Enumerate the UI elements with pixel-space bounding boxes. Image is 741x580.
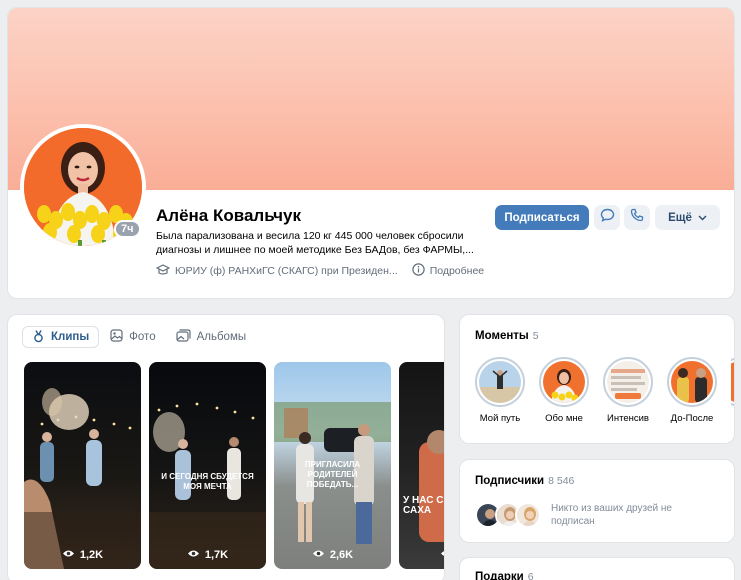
followers-title[interactable]: Подписчики 8 546 (475, 475, 574, 487)
more-button[interactable]: Ещё (655, 205, 720, 230)
moments-title-label: Моменты (475, 330, 529, 342)
clip-item[interactable]: У нас с САХА (399, 362, 444, 569)
phone-icon (630, 208, 644, 227)
clip-caption: Пригласила родителей победать... (304, 460, 361, 489)
gifts-count: 6 (527, 571, 534, 580)
followers-section: Подписчики 8 546 Никто из ваших друзей не… (459, 459, 735, 543)
clip-item[interactable]: 1,2K (24, 362, 141, 569)
clip-views: 1,2K (24, 549, 141, 561)
eye-icon (187, 549, 200, 561)
moment-label: Обо мне (545, 413, 583, 424)
moment-label: Мой путь (479, 413, 521, 424)
tab-clips[interactable]: Клипы (22, 326, 100, 348)
gifts-section: Подарки 6 (459, 557, 735, 580)
tab-label: Фото (129, 331, 156, 343)
moment-item[interactable]: До-После (667, 357, 717, 424)
followers-title-label: Подписчики (475, 475, 545, 487)
eye-icon (62, 549, 75, 561)
moment-item[interactable]: Интенсив (603, 357, 653, 424)
moments-section: Моменты 5 Мой путь Обо мне Интенсив До-По… (459, 314, 735, 444)
moment-item[interactable]: Обо мне (539, 357, 589, 424)
profile-status: Была парализована и весила 120 кг 445 00… (156, 230, 474, 256)
clip-views-count: 2,6K (329, 549, 354, 561)
tab-label: Клипы (51, 331, 90, 343)
message-button[interactable] (594, 205, 620, 230)
followers-note: Никто из ваших друзей не подписан (551, 503, 672, 527)
call-button[interactable] (624, 205, 650, 230)
more-label: Ещё (668, 211, 692, 224)
followers-count: 8 546 (548, 475, 575, 487)
avatar[interactable] (515, 502, 541, 528)
details-link[interactable]: Подробнее (411, 263, 485, 279)
media-section: Клипы Фото Альбомы 1,2K И СЕГОДНЯ СБУДЕТ… (7, 314, 445, 580)
clip-caption: И сегодня сбудется моя мечта (161, 472, 254, 491)
clips-list: 1,2K И сегодня сбудется моя мечта 1,7K (24, 362, 444, 569)
subscribe-button[interactable]: Подписаться (495, 205, 589, 230)
tab-photo[interactable]: Фото (101, 326, 164, 348)
gifts-title[interactable]: Подарки 6 (475, 571, 534, 580)
online-badge: 7ч (114, 220, 141, 238)
clips-icon (32, 329, 45, 346)
media-tabs: Клипы Фото Альбомы (22, 326, 255, 348)
clip-item[interactable]: Пригласила родителей победать... 2,6K (274, 362, 391, 569)
clip-views (399, 549, 444, 561)
clip-views-count: 1,2K (79, 549, 104, 561)
profile-name: Алёна Ковальчук (156, 206, 302, 225)
photo-icon (110, 329, 123, 345)
clip-views: 2,6K (274, 549, 391, 561)
chevron-down-icon (698, 212, 707, 224)
moments-title[interactable]: Моменты 5 (475, 330, 539, 342)
education-item[interactable]: ЮРИУ (ф) РАНХиГС (СКАГС) при Президен... (155, 263, 398, 279)
profile-info-row: ЮРИУ (ф) РАНХиГС (СКАГС) при Президен...… (155, 263, 485, 279)
eye-icon (312, 549, 325, 561)
clip-views: 1,7K (149, 549, 266, 561)
education-label: ЮРИУ (ф) РАНХиГС (СКАГС) при Президен... (175, 265, 398, 277)
clip-views-count: 1,7K (204, 549, 229, 561)
moments-count: 5 (532, 330, 539, 342)
tab-albums[interactable]: Альбомы (167, 326, 256, 348)
profile-header: 7ч Алёна Ковальчук Была парализована и в… (7, 7, 735, 299)
albums-icon (175, 329, 191, 345)
moments-list: Мой путь Обо мне Интенсив До-После (475, 357, 734, 424)
info-icon (411, 263, 425, 279)
tab-label: Альбомы (196, 331, 247, 343)
moment-label: Интенсив (607, 413, 649, 424)
moment-item[interactable] (731, 357, 734, 424)
moment-item[interactable]: Мой путь (475, 357, 525, 424)
education-icon (155, 263, 171, 279)
clip-caption: У нас с САХА (403, 495, 444, 516)
gifts-title-label: Подарки (475, 571, 524, 580)
followers-row: Никто из ваших друзей не подписан (475, 502, 691, 528)
eye-icon (440, 549, 444, 561)
message-icon (600, 208, 615, 227)
clip-item[interactable]: И сегодня сбудется моя мечта 1,7K (149, 362, 266, 569)
details-label: Подробнее (429, 265, 485, 277)
moment-label: До-После (670, 413, 714, 424)
